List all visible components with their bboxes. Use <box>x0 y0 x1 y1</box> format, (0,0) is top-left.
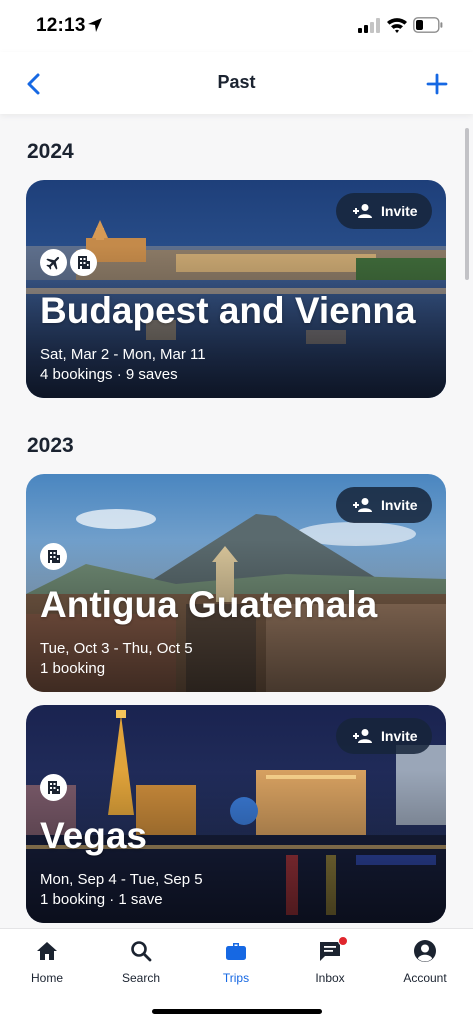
tab-label: Search <box>121 971 161 985</box>
cellular-signal-icon <box>358 18 380 33</box>
trip-title: Antigua Guatemala <box>40 584 378 625</box>
home-indicator <box>152 1009 322 1014</box>
trip-title: Vegas <box>40 815 147 856</box>
battery-icon <box>413 17 443 33</box>
add-person-icon <box>353 204 372 218</box>
status-bar: 12:13 <box>0 0 473 52</box>
search-icon <box>131 941 152 962</box>
trip-meta: 4 bookings · 9 saves <box>40 366 178 383</box>
tab-account[interactable]: Account <box>378 929 472 999</box>
add-person-icon <box>353 729 372 743</box>
year-heading: 2023 <box>27 434 74 457</box>
page-title: Past <box>217 72 256 92</box>
trip-card-budapest[interactable]: Invite Budapest and Vienna Sat, Mar 2 - … <box>26 180 446 398</box>
invite-button[interactable]: Invite <box>336 487 432 523</box>
trip-card-vegas[interactable]: Invite Vegas Mon, Sep 4 - Tue, Sep 5 1 b… <box>26 705 446 923</box>
year-heading: 2024 <box>27 140 74 163</box>
home-icon <box>37 942 57 960</box>
invite-label: Invite <box>381 497 418 513</box>
add-icon[interactable] <box>424 71 450 97</box>
plane-icon <box>46 256 60 270</box>
trip-meta: 1 booking · 1 save <box>40 891 163 908</box>
tab-label: Inbox <box>315 971 345 985</box>
tab-home[interactable]: Home <box>0 929 94 999</box>
hotel-icon <box>48 781 60 794</box>
hotel-badge <box>40 543 67 570</box>
tab-search[interactable]: Search <box>94 929 188 999</box>
trips-list[interactable]: 2024 Invite Budapest and Vienna Sat, Mar… <box>0 114 473 928</box>
invite-label: Invite <box>381 728 418 744</box>
hotel-icon <box>48 550 60 563</box>
nav-bar: Past <box>0 52 473 114</box>
status-time: 12:13 <box>36 15 86 36</box>
suitcase-icon <box>226 943 246 960</box>
tab-bar: Home Search Trips Inbox Account <box>0 928 473 1023</box>
trip-dates: Tue, Oct 3 - Thu, Oct 5 <box>40 640 193 657</box>
trip-card-antigua[interactable]: Invite Antigua Guatemala Tue, Oct 3 - Th… <box>26 474 446 692</box>
trip-title: Budapest and Vienna <box>40 290 416 331</box>
tab-label: Trips <box>222 971 250 985</box>
wifi-icon <box>387 18 407 33</box>
invite-button[interactable]: Invite <box>336 718 432 754</box>
invite-label: Invite <box>381 203 418 219</box>
tab-trips[interactable]: Trips <box>189 929 283 999</box>
add-person-icon <box>353 498 372 512</box>
trip-dates: Mon, Sep 4 - Tue, Sep 5 <box>40 871 203 888</box>
notification-dot <box>338 936 348 946</box>
scrollbar[interactable] <box>465 128 469 280</box>
flight-badge <box>40 249 67 276</box>
hotel-badge <box>40 774 67 801</box>
invite-button[interactable]: Invite <box>336 193 432 229</box>
account-icon <box>414 940 436 962</box>
tab-label: Account <box>403 971 447 985</box>
trip-dates: Sat, Mar 2 - Mon, Mar 11 <box>40 346 206 363</box>
trip-meta: 1 booking <box>40 660 106 677</box>
tab-label: Home <box>30 971 63 985</box>
hotel-icon <box>78 256 90 269</box>
hotel-badge <box>70 249 97 276</box>
location-arrow-icon <box>88 18 102 32</box>
tab-inbox[interactable]: Inbox <box>283 929 377 999</box>
